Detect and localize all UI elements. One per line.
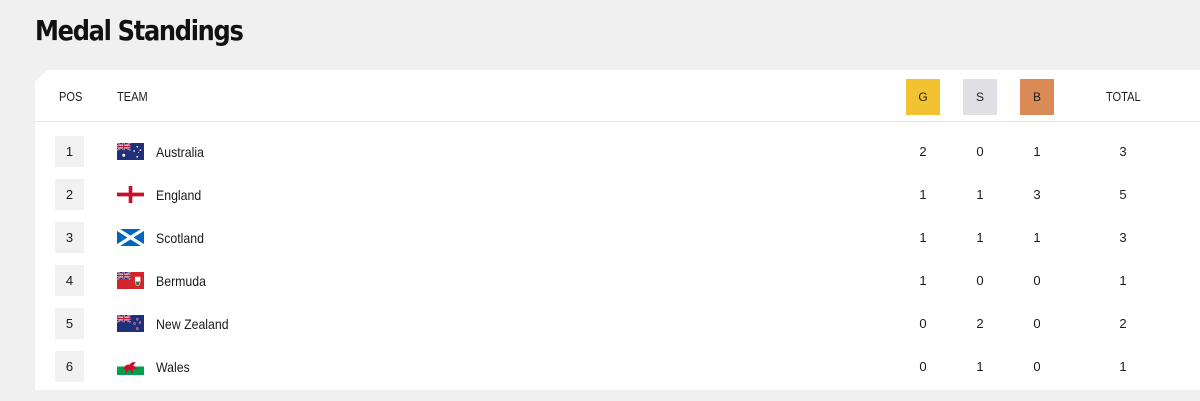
gold-count: 1: [919, 230, 927, 245]
position-badge: 6: [55, 351, 84, 382]
team-name[interactable]: New Zealand: [156, 302, 229, 345]
bronze-count: 1: [1033, 144, 1041, 159]
table-row[interactable]: 2 England 1 1 3 5: [35, 173, 1200, 216]
silver-count: 2: [976, 316, 984, 331]
wales-flag-icon: [117, 358, 144, 375]
silver-count: 1: [976, 230, 984, 245]
table-header: POS TEAM G S B TOTAL: [35, 70, 1200, 122]
bronze-count: 3: [1033, 187, 1041, 202]
gold-count: 0: [919, 359, 927, 374]
total-count: 3: [1119, 144, 1127, 159]
header-total[interactable]: TOTAL: [1106, 70, 1141, 122]
header-silver[interactable]: S: [963, 79, 997, 115]
table-row[interactable]: 6 Wales 0 1 0 1: [35, 345, 1200, 388]
header-pos: POS: [59, 88, 83, 104]
table-row[interactable]: 5 New Zealand 0 2 0 2: [35, 302, 1200, 345]
gold-count: 1: [919, 187, 927, 202]
silver-count: 0: [976, 144, 984, 159]
gold-count: 0: [919, 316, 927, 331]
medal-standings-table: POS TEAM G S B TOTAL 1 Australia 2 0 1 3 2 Engl…: [35, 70, 1200, 390]
bermuda-flag-icon: [117, 272, 144, 289]
page-title: Medal Standings: [35, 14, 244, 47]
total-count: 1: [1119, 359, 1127, 374]
bronze-count: 0: [1033, 273, 1041, 288]
silver-count: 1: [976, 359, 984, 374]
team-name[interactable]: Scotland: [156, 216, 204, 259]
position-badge: 1: [55, 136, 84, 167]
team-name[interactable]: Bermuda: [156, 259, 206, 302]
bronze-count: 0: [1033, 316, 1041, 331]
team-name[interactable]: England: [156, 173, 201, 216]
england-flag-icon: [117, 186, 144, 203]
scotland-flag-icon: [117, 229, 144, 246]
position-badge: 4: [55, 265, 84, 296]
position-badge: 5: [55, 308, 84, 339]
header-gold[interactable]: G: [906, 79, 940, 115]
new-zealand-flag-icon: [117, 315, 144, 332]
table-row[interactable]: 3 Scotland 1 1 1 3: [35, 216, 1200, 259]
gold-count: 2: [919, 144, 927, 159]
silver-count: 1: [976, 187, 984, 202]
table-row[interactable]: 1 Australia 2 0 1 3: [35, 130, 1200, 173]
australia-flag-icon: [117, 143, 144, 160]
gold-count: 1: [919, 273, 927, 288]
header-team: TEAM: [117, 88, 148, 104]
bronze-count: 0: [1033, 359, 1041, 374]
header-bronze[interactable]: B: [1020, 79, 1054, 115]
team-name[interactable]: Wales: [156, 345, 190, 388]
position-badge: 3: [55, 222, 84, 253]
total-count: 3: [1119, 230, 1127, 245]
silver-count: 0: [976, 273, 984, 288]
total-count: 1: [1119, 273, 1127, 288]
table-row[interactable]: 4 Bermuda 1 0 0 1: [35, 259, 1200, 302]
position-badge: 2: [55, 179, 84, 210]
total-count: 5: [1119, 187, 1127, 202]
bronze-count: 1: [1033, 230, 1041, 245]
team-name[interactable]: Australia: [156, 130, 204, 173]
total-count: 2: [1119, 316, 1127, 331]
